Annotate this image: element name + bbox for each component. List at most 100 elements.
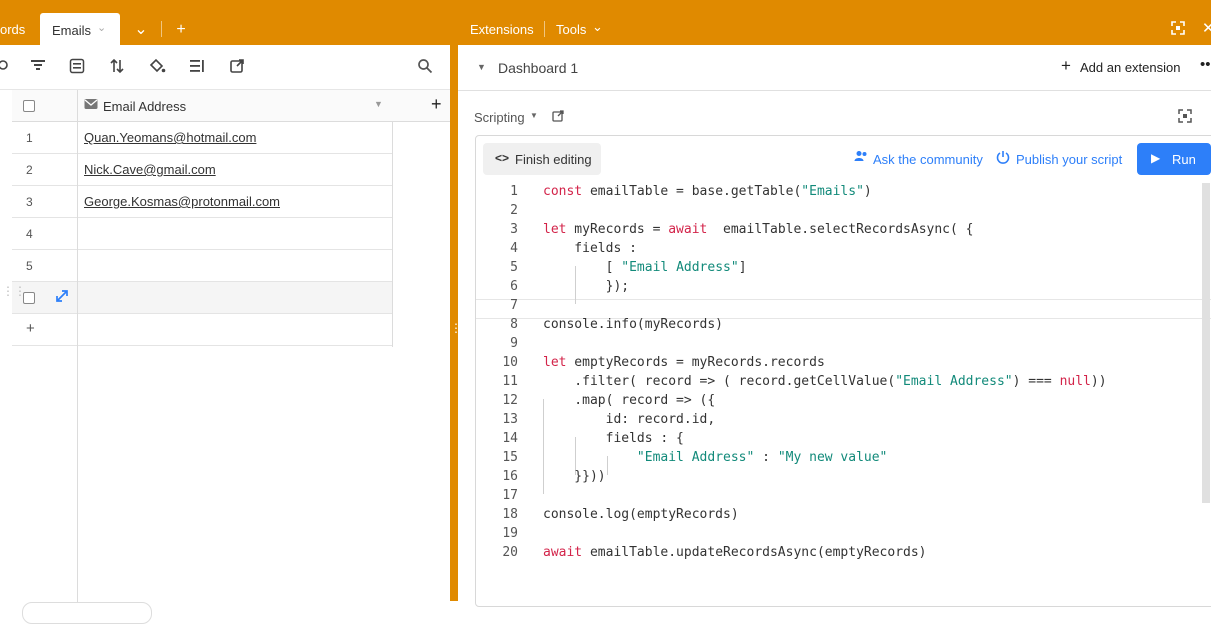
share-view-icon[interactable] [228, 58, 246, 76]
add-extension-button[interactable]: Add an extension [1080, 60, 1180, 75]
row-number: 4 [26, 227, 33, 241]
expand-extension-icon[interactable] [1178, 109, 1192, 126]
header-divider [77, 90, 78, 121]
code-line[interactable]: }); [543, 279, 629, 294]
row-number: 5 [26, 259, 33, 273]
line-number: 11 [502, 374, 518, 389]
row-number: 1 [26, 131, 33, 145]
scripting-caret-icon[interactable]: ▼ [530, 111, 538, 120]
line-number: 12 [502, 393, 518, 408]
extension-header: Scripting ▼ ⋮ [473, 103, 1211, 133]
run-label: Run [1172, 152, 1196, 167]
line-number: 7 [510, 298, 518, 313]
grid-right-border [392, 122, 393, 347]
extension-menu-icon[interactable]: ⋮ [1206, 106, 1211, 123]
table-row[interactable]: 5 [12, 250, 392, 282]
finish-editing-label: Finish editing [515, 152, 592, 167]
hide-fields-icon[interactable] [0, 58, 12, 76]
code-line[interactable]: [ "Email Address"] [543, 260, 747, 275]
play-icon: ▶ [1151, 151, 1161, 165]
sort-icon[interactable] [108, 58, 126, 76]
scripting-extension-name[interactable]: Scripting [474, 110, 525, 125]
column-header-email[interactable]: Email Address [103, 99, 186, 114]
line-number: 4 [510, 241, 518, 256]
line-number: 10 [502, 355, 518, 370]
line-number: 5 [510, 260, 518, 275]
finish-editing-button[interactable]: <> Finish editing [483, 143, 601, 175]
code-line[interactable]: let myRecords = await emailTable.selectR… [543, 222, 973, 237]
filter-icon[interactable] [29, 58, 47, 76]
line-number: 6 [510, 279, 518, 294]
add-field-icon[interactable]: + [431, 94, 442, 115]
code-line[interactable]: }})) [543, 469, 605, 484]
open-popout-icon[interactable] [552, 110, 564, 125]
code-line[interactable]: "Email Address" : "My new value" [543, 450, 887, 465]
email-cell[interactable]: George.Kosmas@protonmail.com [84, 194, 280, 209]
line-number: 20 [502, 545, 518, 560]
number-column-divider [77, 122, 78, 610]
add-table-icon[interactable]: + [166, 17, 196, 43]
summary-bar[interactable] [22, 602, 152, 624]
color-bucket-icon[interactable] [148, 58, 166, 76]
grid-pane: ords Emails ⌄ ⌄ + Email Address ▼ + 1 Qu… [0, 13, 450, 624]
code-line[interactable]: console.log(emptyRecords) [543, 507, 739, 522]
bar-divider [544, 21, 545, 37]
tab-previous-table[interactable]: ords [0, 13, 25, 45]
code-line[interactable]: console.info(myRecords) [543, 317, 723, 332]
close-icon[interactable]: ✕ [1202, 19, 1211, 37]
code-area[interactable]: 1 const emailTable = base.getTable("Email… [476, 183, 1211, 603]
line-number: 8 [510, 317, 518, 332]
code-line[interactable]: .filter( record => ( record.getCellValue… [543, 374, 1106, 389]
code-line[interactable]: fields : [543, 241, 637, 256]
grid-left-gutter [0, 90, 12, 610]
chevron-down-icon[interactable]: ⌄ [97, 21, 106, 34]
script-editor: <> Finish editing Ask the community Publ… [475, 135, 1211, 607]
publish-script-link[interactable]: Publish your script [1016, 152, 1122, 167]
email-cell[interactable]: Nick.Cave@gmail.com [84, 162, 216, 177]
email-cell[interactable]: Quan.Yeomans@hotmail.com [84, 130, 256, 145]
row-checkbox[interactable] [23, 292, 35, 304]
line-number: 14 [502, 431, 518, 446]
code-line[interactable]: await emailTable.updateRecordsAsync(empt… [543, 545, 927, 560]
table-row[interactable]: 4 [12, 218, 392, 250]
tools-chevron-icon[interactable]: ⌄ [592, 19, 603, 35]
code-line[interactable]: id: record.id, [543, 412, 716, 427]
code-line[interactable]: const emailTable = base.getTable("Emails… [543, 184, 872, 199]
more-tables-chevron-icon[interactable]: ⌄ [126, 17, 156, 43]
table-row[interactable]: 3 George.Kosmas@protonmail.com [12, 186, 392, 218]
ask-community-link[interactable]: Ask the community [873, 152, 983, 167]
top-orange-strip [0, 0, 1211, 13]
more-options-icon[interactable]: ••• [1200, 56, 1211, 73]
tab-emails[interactable]: Emails ⌄ [40, 13, 120, 45]
fullscreen-icon[interactable] [1171, 21, 1185, 38]
collapse-caret-icon[interactable]: ▼ [477, 62, 486, 72]
code-line[interactable]: .map( record => ({ [543, 393, 715, 408]
add-field-header: + [392, 90, 450, 122]
table-row[interactable]: 1 Quan.Yeomans@hotmail.com [12, 122, 392, 154]
row-height-icon[interactable] [188, 58, 206, 76]
row-number: 2 [26, 163, 33, 177]
line-number: 2 [510, 203, 518, 218]
column-menu-caret-icon[interactable]: ▼ [374, 99, 383, 109]
add-extension-icon[interactable]: + [1061, 56, 1071, 76]
select-all-checkbox[interactable] [23, 100, 35, 112]
tools-menu[interactable]: Tools [556, 22, 586, 37]
table-row[interactable]: 2 Nick.Cave@gmail.com [12, 154, 392, 186]
editor-scrollbar[interactable] [1202, 183, 1210, 503]
expand-record-icon[interactable] [55, 289, 69, 306]
add-record-icon[interactable]: + [26, 320, 35, 337]
line-number: 18 [502, 507, 518, 522]
dashboard-bar: ▼ Dashboard 1 + Add an extension ••• [458, 45, 1211, 91]
dashboard-title[interactable]: Dashboard 1 [498, 60, 578, 76]
pane-resize-handle[interactable]: ⋮ [450, 13, 462, 601]
table-row-hovered[interactable]: ⋮⋮ [2, 282, 392, 314]
code-line[interactable]: let emptyRecords = myRecords.records [543, 355, 825, 370]
add-row[interactable]: + [12, 314, 392, 346]
table-tab-bar: ords Emails ⌄ ⌄ + [0, 13, 450, 45]
tab-divider [161, 21, 162, 37]
extensions-menu[interactable]: Extensions [470, 22, 534, 37]
code-line[interactable]: fields : { [543, 431, 684, 446]
search-icon[interactable] [416, 58, 434, 76]
group-icon[interactable] [68, 58, 86, 76]
run-button[interactable]: ▶ Run [1137, 143, 1211, 175]
